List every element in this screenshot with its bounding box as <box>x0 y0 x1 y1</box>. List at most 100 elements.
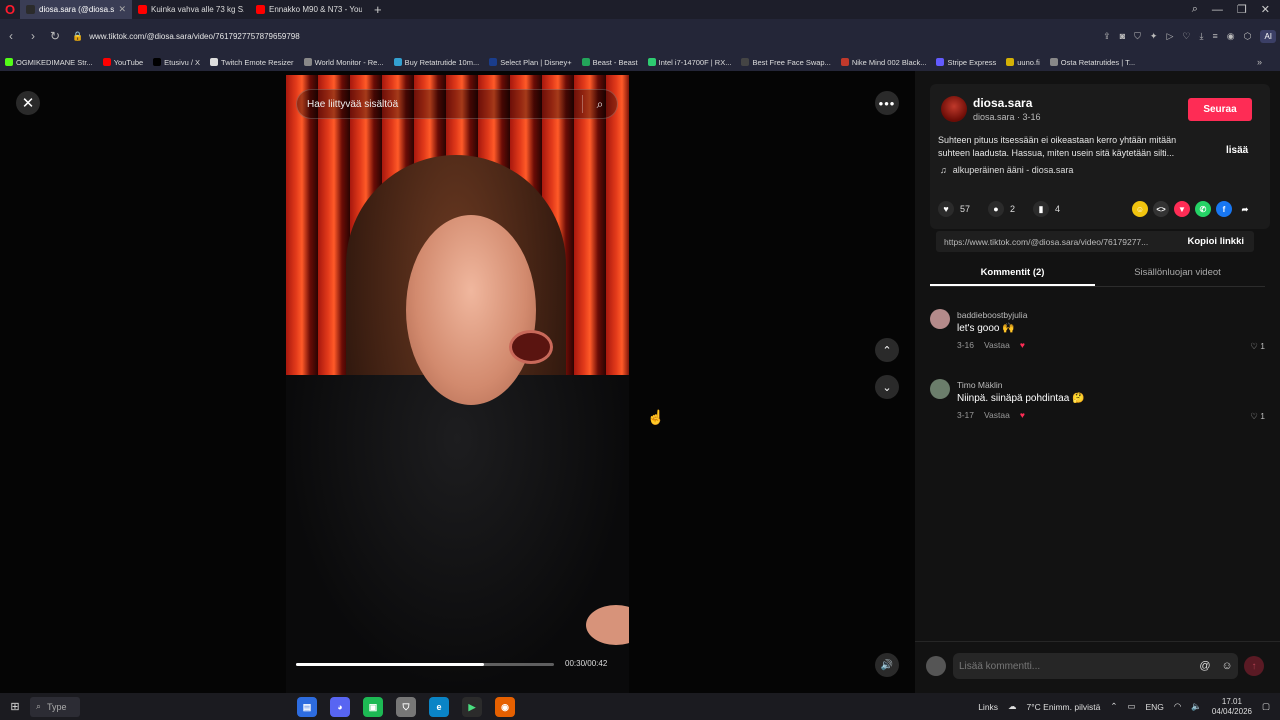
reload-icon[interactable]: ↻ <box>44 29 66 43</box>
bookmark-item[interactable]: Intel i7-14700F | RX... <box>643 58 737 67</box>
bookmark-item[interactable]: Twitch Emote Resizer <box>205 58 299 67</box>
author-name[interactable]: diosa.sara <box>973 96 1032 110</box>
maximize-icon[interactable]: ❐ <box>1237 3 1247 16</box>
forward-icon[interactable]: › <box>22 29 44 43</box>
url-field[interactable]: 🔒 www.tiktok.com/@diosa.sara/video/76179… <box>72 31 300 42</box>
discord-icon[interactable]: ◕ <box>330 697 350 717</box>
embed-icon[interactable]: <> <box>1153 201 1169 217</box>
shield-app-icon[interactable]: ⛉ <box>396 697 416 717</box>
bookmark-item[interactable]: Nike Mind 002 Black... <box>836 58 932 67</box>
comment-like[interactable]: ♡ 1 <box>1250 341 1265 352</box>
browser-search-icon[interactable]: ⌕ <box>1192 3 1198 16</box>
share-page-icon[interactable]: ⇪ <box>1103 31 1111 42</box>
whatsapp-icon[interactable]: ✆ <box>1195 201 1211 217</box>
comment-username[interactable]: baddieboostbyjulia <box>957 310 1027 320</box>
shield-icon[interactable]: ⛉ <box>1134 31 1141 42</box>
close-video-button[interactable]: ✕ <box>16 91 40 115</box>
sound-link[interactable]: ♫ alkuperäinen ääni - diosa.sara <box>940 165 1073 175</box>
comment-icon[interactable]: ● <box>988 201 1005 217</box>
video-progress-bar[interactable] <box>296 663 554 666</box>
bookmark-item[interactable]: Etusivu / X <box>148 58 205 67</box>
new-tab-button[interactable]: + <box>368 2 388 17</box>
language-indicator[interactable]: ENG <box>1145 702 1163 712</box>
weather-text[interactable]: 7°C Enimm. pilvistä <box>1027 702 1101 712</box>
show-more-link[interactable]: lisää <box>1226 145 1248 156</box>
emoji-icon[interactable]: ☺ <box>1216 660 1238 672</box>
coin-icon[interactable]: ☺ <box>1132 201 1148 217</box>
reply-button[interactable]: Vastaa <box>984 340 1010 350</box>
bookmark-item[interactable]: YouTube <box>98 58 148 67</box>
facebook-icon[interactable]: f <box>1216 201 1232 217</box>
store-icon[interactable]: ▤ <box>297 697 317 717</box>
tab-comments[interactable]: Kommentit (2) <box>930 261 1095 286</box>
start-icon[interactable]: ⊞ <box>0 700 30 713</box>
like-icon[interactable]: ♥ <box>938 201 954 217</box>
bookmark-item[interactable]: Buy Retatrutide 10m... <box>389 58 485 67</box>
chevron-up-icon[interactable]: ⌃ <box>1110 701 1117 712</box>
taskbar-search[interactable]: ⌕ Type <box>30 696 80 717</box>
cube-icon[interactable]: ⬡ <box>1244 31 1252 42</box>
bookmark-icon[interactable]: ▮ <box>1033 201 1050 217</box>
extension-icon[interactable]: ✦ <box>1150 31 1158 42</box>
bookmark-item[interactable]: Best Free Face Swap... <box>736 58 835 67</box>
play-app-icon[interactable]: ▶ <box>462 697 482 717</box>
bookmark-item[interactable]: World Monitor - Re... <box>299 58 389 67</box>
opera-logo-icon[interactable]: O <box>0 0 20 19</box>
video-player[interactable] <box>286 75 629 693</box>
close-tab-icon[interactable]: ✕ <box>118 4 126 15</box>
minimize-icon[interactable]: — <box>1212 4 1223 16</box>
notifications-icon[interactable]: ▢ <box>1262 701 1270 712</box>
wifi-icon[interactable]: ◠ <box>1174 701 1181 712</box>
comment-like[interactable]: ♡ 1 <box>1250 411 1265 422</box>
bookmark-item[interactable]: Osta Retatrutides | T... <box>1045 58 1140 67</box>
play-icon[interactable]: ▷ <box>1166 31 1173 42</box>
comment-input[interactable]: Lisää kommentti... @ ☺ <box>953 653 1238 679</box>
comment-input-placeholder[interactable]: Lisää kommentti... <box>959 661 1194 672</box>
speaker-icon[interactable]: 🔈 <box>1191 701 1202 712</box>
bookmark-item[interactable]: Select Plan | Disney+ <box>484 58 576 67</box>
share-arrow-icon[interactable]: ➦ <box>1237 201 1253 217</box>
browser-tab-tiktok[interactable]: diosa.sara (@diosa.sa ✕ <box>20 0 132 19</box>
search-input[interactable]: Hae liittyvää sisältöä <box>297 99 582 110</box>
author-avatar[interactable] <box>941 96 967 122</box>
browser-tab-youtube-1[interactable]: Kuinka vahva alle 73 kg S... <box>132 0 250 19</box>
menu-icon[interactable]: ≡ <box>1212 31 1217 41</box>
links-label[interactable]: Links <box>978 702 998 712</box>
avatar[interactable] <box>930 309 950 329</box>
send-comment-button[interactable]: ↑ <box>1244 656 1264 676</box>
bookmark-item[interactable]: uuno.fi <box>1001 58 1045 67</box>
browser-tab-youtube-2[interactable]: Ennakko M90 & N73 - You <box>250 0 368 19</box>
avatar[interactable] <box>930 379 950 399</box>
reply-button[interactable]: Vastaa <box>984 410 1010 420</box>
previous-video-button[interactable]: ⌃ <box>875 338 899 362</box>
bookmark-item[interactable]: Beast - Beast <box>577 58 643 67</box>
bookmark-item[interactable]: OGMIKEDIMANE Str... <box>0 58 98 67</box>
mention-icon[interactable]: @ <box>1194 660 1216 672</box>
ai-button[interactable]: AI <box>1260 29 1276 43</box>
more-bookmarks-icon[interactable]: » <box>1257 57 1262 67</box>
clock[interactable]: 17.01 04/04/2026 <box>1212 697 1252 717</box>
copy-link-button[interactable]: Kopioi linkki <box>1178 236 1254 247</box>
more-options-button[interactable]: ••• <box>875 91 899 115</box>
bookmark-label: World Monitor - Re... <box>314 57 384 67</box>
related-search-bar[interactable]: Hae liittyvää sisältöä ⌕ <box>296 89 618 119</box>
network-icon[interactable]: ▭ <box>1127 701 1135 712</box>
next-video-button[interactable]: ⌄ <box>875 375 899 399</box>
camera-icon[interactable]: ◙ <box>1120 31 1125 41</box>
search-icon[interactable]: ⌕ <box>583 97 617 112</box>
app-icon[interactable]: ▣ <box>363 697 383 717</box>
edge-icon[interactable]: e <box>429 697 449 717</box>
heart-icon[interactable]: ♡ <box>1182 31 1190 42</box>
volume-button[interactable]: 🔊 <box>875 653 899 677</box>
firefox-icon[interactable]: ◉ <box>495 697 515 717</box>
url-text[interactable]: www.tiktok.com/@diosa.sara/video/7617927… <box>89 32 299 41</box>
back-icon[interactable]: ‹ <box>0 29 22 43</box>
tab-creator-videos[interactable]: Sisällönluojan videot <box>1095 261 1260 286</box>
close-window-icon[interactable]: ✕ <box>1261 3 1270 16</box>
bookmark-item[interactable]: Stripe Express <box>931 58 1001 67</box>
download-icon[interactable]: ⤓ <box>1199 31 1203 42</box>
send-icon[interactable]: ▼ <box>1174 201 1190 217</box>
profile-icon[interactable]: ◉ <box>1227 31 1235 42</box>
comment-username[interactable]: Timo Mäklin <box>957 380 1003 390</box>
follow-button[interactable]: Seuraa <box>1188 98 1252 121</box>
